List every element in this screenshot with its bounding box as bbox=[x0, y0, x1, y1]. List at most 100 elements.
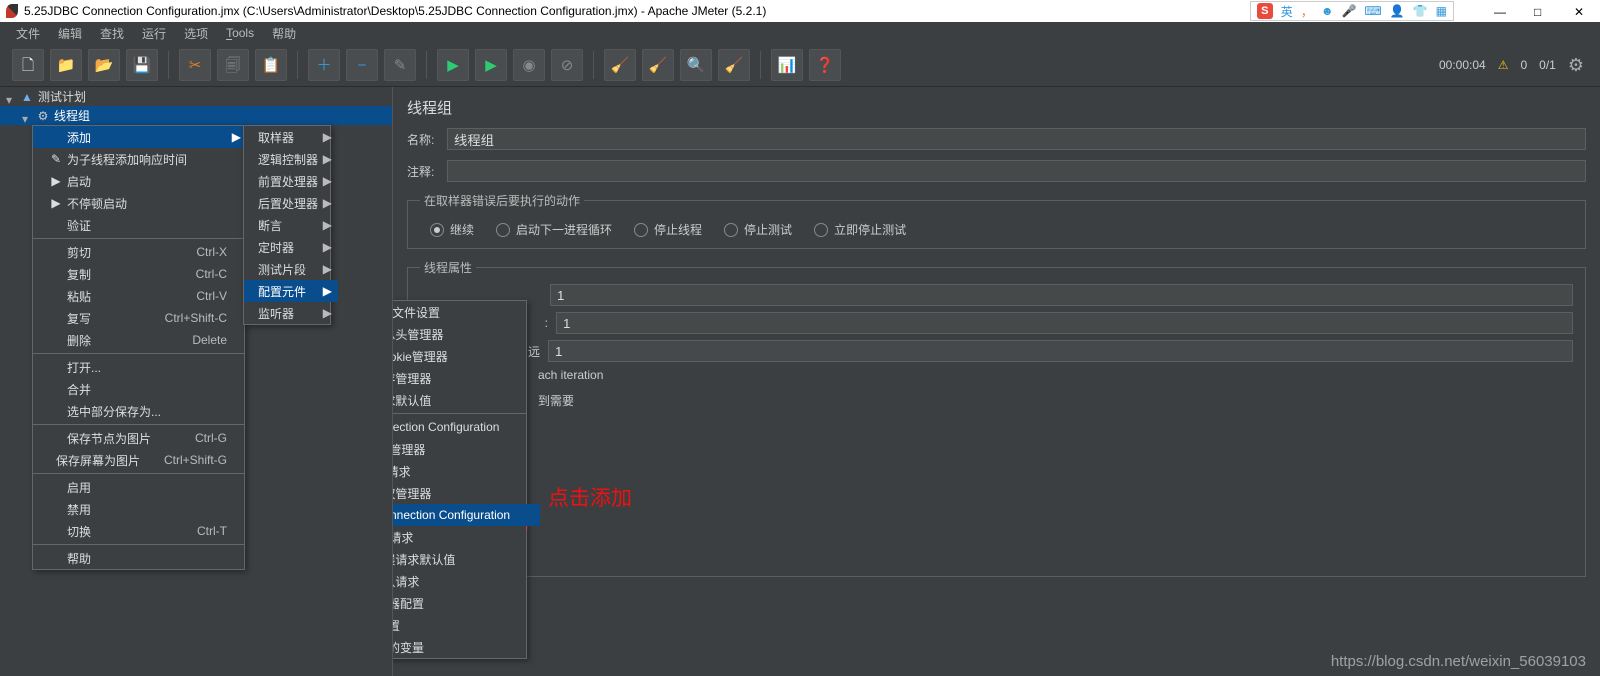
ctx1-item[interactable]: ▶启动 bbox=[33, 170, 247, 192]
menu-search[interactable]: 查找 bbox=[92, 23, 132, 44]
menu-help[interactable]: 帮助 bbox=[264, 23, 304, 44]
ctx2-item[interactable]: 监听器▶ bbox=[244, 302, 338, 324]
context-menu-add[interactable]: 取样器▶逻辑控制器▶前置处理器▶后置处理器▶断言▶定时器▶测试片段▶配置元件▶监… bbox=[243, 125, 331, 325]
ctx3-item[interactable]: DNS缓存管理器 bbox=[393, 438, 540, 460]
ctx1-item[interactable]: 启用 bbox=[33, 476, 247, 498]
ctx1-item[interactable]: 剪切Ctrl-X bbox=[33, 241, 247, 263]
close-button[interactable]: ✕ bbox=[1574, 5, 1586, 17]
ctx1-item[interactable]: 合并 bbox=[33, 378, 247, 400]
tree-thread-group[interactable]: ▾⚙ 线程组 bbox=[0, 106, 392, 125]
ime-keyboard-icon: ⌨ bbox=[1364, 4, 1381, 18]
ctx1-item[interactable]: 保存节点为图片Ctrl-G bbox=[33, 427, 247, 449]
search-button[interactable]: 🔍 bbox=[680, 49, 712, 81]
ctx1-item[interactable]: 复写Ctrl+Shift-C bbox=[33, 307, 247, 329]
ctx1-item[interactable]: 打开... bbox=[33, 356, 247, 378]
ctx2-item[interactable]: 后置处理器▶ bbox=[244, 192, 338, 214]
ctx1-item[interactable]: ▶不停顿启动 bbox=[33, 192, 247, 214]
ctx3-item[interactable]: HTTP Cookie管理器 bbox=[393, 345, 540, 367]
tree-thread-group-label: 线程组 bbox=[54, 107, 90, 124]
ctx3-item[interactable]: JDBC Connection Configuration bbox=[393, 504, 540, 526]
test-plan-tree[interactable]: ▾▲ 测试计划 ▾⚙ 线程组 添加▶✎为子线程添加响应时间▶启动▶不停顿启动验证… bbox=[0, 87, 393, 676]
warning-icon[interactable]: ⚠ bbox=[1498, 58, 1509, 72]
ctx1-item[interactable]: 添加▶ bbox=[33, 126, 247, 148]
function-helper-button[interactable]: 📊 bbox=[771, 49, 803, 81]
ctx1-item[interactable]: 选中部分保存为... bbox=[33, 400, 247, 422]
cut-button[interactable]: ✂ bbox=[179, 49, 211, 81]
ctx3-item[interactable]: 用户定义的变量 bbox=[393, 636, 540, 658]
menu-file[interactable]: 文件 bbox=[8, 23, 48, 44]
ctx3-item[interactable]: TCP取样器配置 bbox=[393, 592, 540, 614]
copy-button[interactable]: 🗐 bbox=[217, 49, 249, 81]
ctx1-item[interactable]: ✎为子线程添加响应时间 bbox=[33, 148, 247, 170]
rampup-input[interactable] bbox=[556, 312, 1573, 334]
ctx3-item[interactable]: HTTP请求默认值 bbox=[393, 389, 540, 411]
ctx2-item[interactable]: 取样器▶ bbox=[244, 126, 338, 148]
ctx2-item[interactable]: 定时器▶ bbox=[244, 236, 338, 258]
ctx1-item[interactable]: 帮助 bbox=[33, 547, 247, 569]
ctx3-item[interactable]: LDAP扩展请求默认值 bbox=[393, 548, 540, 570]
open-button[interactable]: 📂 bbox=[88, 49, 120, 81]
context-menu-main[interactable]: 添加▶✎为子线程添加响应时间▶启动▶不停顿启动验证剪切Ctrl-X复制Ctrl-… bbox=[32, 125, 245, 570]
ctx1-item[interactable]: 验证 bbox=[33, 214, 247, 236]
ctx3-item[interactable]: FTP默认请求 bbox=[393, 460, 540, 482]
ctx3-item[interactable]: Java默认请求 bbox=[393, 526, 540, 548]
clear-button[interactable]: 🧹 bbox=[604, 49, 636, 81]
ctx2-item[interactable]: 测试片段▶ bbox=[244, 258, 338, 280]
ctx2-item[interactable]: 配置元件▶ bbox=[244, 280, 338, 302]
radio-stop-now[interactable]: 立即停止测试 bbox=[814, 221, 906, 238]
window-title: 5.25JDBC Connection Configuration.jmx (C… bbox=[24, 4, 1250, 18]
stop-button[interactable]: ◉ bbox=[513, 49, 545, 81]
ctx3-item[interactable]: HTTP缓存管理器 bbox=[393, 367, 540, 389]
tree-root[interactable]: ▾▲ 测试计划 bbox=[0, 87, 392, 106]
toggle-button[interactable]: ✎ bbox=[384, 49, 416, 81]
menu-options[interactable]: 选项 bbox=[176, 23, 216, 44]
templates-button[interactable]: 📁 bbox=[50, 49, 82, 81]
minimize-button[interactable]: — bbox=[1494, 5, 1506, 17]
save-button[interactable]: 💾 bbox=[126, 49, 158, 81]
new-button[interactable]: 🗋 bbox=[12, 49, 44, 81]
menu-tools[interactable]: Tools bbox=[218, 24, 262, 42]
ctx1-item[interactable]: 保存屏幕为图片Ctrl+Shift-G bbox=[33, 449, 247, 471]
ime-sogou-icon: S bbox=[1257, 3, 1273, 19]
ctx3-item[interactable]: HTTP信息头管理器 bbox=[393, 323, 540, 345]
ctx3-item[interactable]: HTTP授权管理器 bbox=[393, 482, 540, 504]
thread-count-input[interactable] bbox=[550, 284, 1573, 306]
loop-input[interactable] bbox=[548, 340, 1573, 362]
reset-search-button[interactable]: 🧹 bbox=[718, 49, 750, 81]
maximize-button[interactable]: □ bbox=[1534, 5, 1546, 17]
radio-next-loop[interactable]: 启动下一进程循环 bbox=[496, 221, 612, 238]
radio-stop-test[interactable]: 停止测试 bbox=[724, 221, 792, 238]
start-no-pause-button[interactable]: ▶ bbox=[475, 49, 507, 81]
ctx1-item[interactable]: 切换Ctrl-T bbox=[33, 520, 247, 542]
ctx1-item[interactable]: 复制Ctrl-C bbox=[33, 263, 247, 285]
ctx2-item[interactable]: 逻辑控制器▶ bbox=[244, 148, 338, 170]
ctx1-item[interactable]: 删除Delete bbox=[33, 329, 247, 351]
radio-continue[interactable]: 继续 bbox=[430, 221, 474, 238]
shutdown-button[interactable]: ⊘ bbox=[551, 49, 583, 81]
menu-bar: 文件 编辑 查找 运行 选项 Tools 帮助 bbox=[0, 22, 1600, 44]
collapse-button[interactable]: − bbox=[346, 49, 378, 81]
expand-button[interactable]: ＋ bbox=[308, 49, 340, 81]
ime-toolbar[interactable]: S 英 ， ☻ 🎤 ⌨ 👤 👕 ▦ bbox=[1250, 1, 1454, 21]
radio-stop-thread[interactable]: 停止线程 bbox=[634, 221, 702, 238]
gear-icon[interactable]: ⚙ bbox=[1568, 55, 1584, 76]
help-button[interactable]: ❓ bbox=[809, 49, 841, 81]
ctx3-item[interactable]: 密钥库配置 bbox=[393, 614, 540, 636]
paste-button[interactable]: 📋 bbox=[255, 49, 287, 81]
main-area: ▾▲ 测试计划 ▾⚙ 线程组 添加▶✎为子线程添加响应时间▶启动▶不停顿启动验证… bbox=[0, 87, 1600, 676]
ctx1-item[interactable]: 禁用 bbox=[33, 498, 247, 520]
ctx3-item[interactable]: CSV 数据文件设置 bbox=[393, 301, 540, 323]
ctx2-item[interactable]: 前置处理器▶ bbox=[244, 170, 338, 192]
panel-title: 线程组 bbox=[407, 97, 1586, 118]
start-button[interactable]: ▶ bbox=[437, 49, 469, 81]
ctx3-item[interactable]: LDAP默认请求 bbox=[393, 570, 540, 592]
clear-all-button[interactable]: 🧹 bbox=[642, 49, 674, 81]
ctx3-item[interactable]: Bolt Connection Configuration bbox=[393, 416, 540, 438]
menu-run[interactable]: 运行 bbox=[134, 23, 174, 44]
context-menu-config[interactable]: CSV 数据文件设置HTTP信息头管理器HTTP Cookie管理器HTTP缓存… bbox=[393, 300, 527, 659]
menu-edit[interactable]: 编辑 bbox=[50, 23, 90, 44]
comment-input[interactable] bbox=[447, 160, 1586, 182]
ctx2-item[interactable]: 断言▶ bbox=[244, 214, 338, 236]
ctx1-item[interactable]: 粘贴Ctrl-V bbox=[33, 285, 247, 307]
name-input[interactable] bbox=[447, 128, 1586, 150]
